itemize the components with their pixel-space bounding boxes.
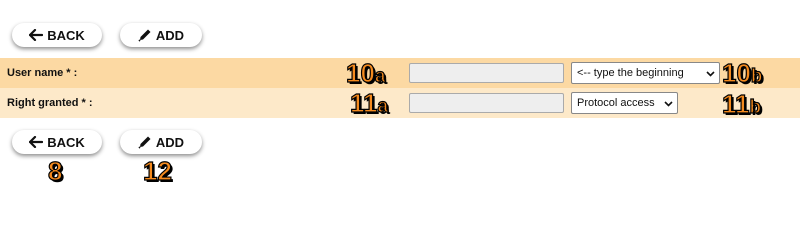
marker-10b: 10b xyxy=(721,58,763,88)
right-granted-select[interactable]: Protocol access xyxy=(571,92,678,114)
marker-11b: 11b xyxy=(721,89,762,119)
back-button-label: BACK xyxy=(47,27,85,43)
back-button-bottom[interactable]: BACK xyxy=(12,130,102,154)
back-button-label: BACK xyxy=(47,134,85,150)
marker-11a: 11a xyxy=(349,88,389,118)
user-name-select[interactable]: <-- type the beginning xyxy=(571,62,720,84)
add-button-label: ADD xyxy=(155,134,185,150)
arrow-left-icon xyxy=(29,29,44,41)
user-name-label: User name * : xyxy=(7,67,78,79)
chevron-down-icon xyxy=(706,71,715,77)
form-row-right-granted: Right granted * : Protocol access xyxy=(0,88,800,118)
user-name-select-value: <-- type the beginning xyxy=(577,67,684,79)
right-granted-input[interactable] xyxy=(409,93,564,113)
form-row-user-name: User name * : <-- type the beginning xyxy=(0,58,800,88)
pencil-icon xyxy=(138,29,151,42)
arrow-left-icon xyxy=(29,136,44,148)
user-name-input[interactable] xyxy=(409,63,564,83)
add-button-label: ADD xyxy=(155,27,185,43)
marker-8: 8 xyxy=(47,156,63,186)
right-granted-label: Right granted * : xyxy=(7,97,93,109)
pencil-icon xyxy=(138,136,151,149)
right-granted-select-value: Protocol access xyxy=(577,97,655,109)
chevron-down-icon xyxy=(664,101,673,107)
marker-10a: 10a xyxy=(345,58,386,88)
back-button-top[interactable]: BACK xyxy=(12,23,102,47)
add-button-bottom[interactable]: ADD xyxy=(120,130,202,154)
marker-12: 12 xyxy=(142,156,172,186)
add-button-top[interactable]: ADD xyxy=(120,23,202,47)
